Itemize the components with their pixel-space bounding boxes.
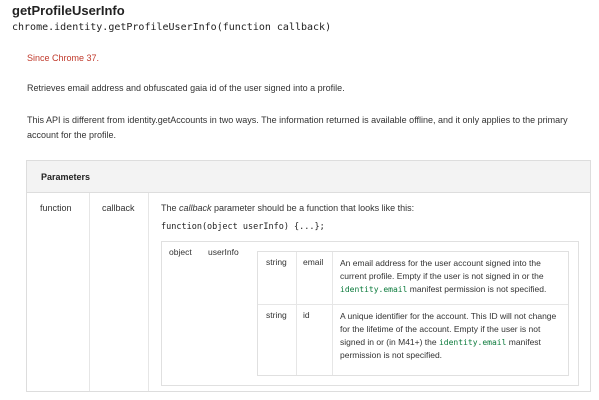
userinfo-properties-table: string email An email address for the us… xyxy=(257,251,569,376)
row-divider xyxy=(258,304,568,305)
description-details: This API is different from identity.getA… xyxy=(27,115,568,140)
property-name-email: email xyxy=(303,257,324,267)
email-desc-text: An email address for the user account si… xyxy=(340,258,544,281)
column-divider xyxy=(332,252,333,375)
column-divider xyxy=(296,252,297,375)
param-description: The callback parameter should be a funct… xyxy=(161,203,414,213)
method-signature: chrome.identity.getProfileUserInfo(funct… xyxy=(12,22,332,33)
param-desc-emphasis: callback xyxy=(179,203,212,213)
since-version: Since Chrome 37. xyxy=(27,53,100,63)
param-type: callback xyxy=(102,203,135,213)
param-desc-prefix: The xyxy=(161,203,180,213)
param-desc-suffix: parameter should be a function that look… xyxy=(211,203,415,213)
parameters-table: Parameters function callback The callbac… xyxy=(26,160,591,392)
column-divider xyxy=(148,193,149,391)
object-name: userInfo xyxy=(208,247,239,257)
object-type: object xyxy=(169,247,192,257)
property-name-id: id xyxy=(303,310,310,320)
userinfo-object-table: object userInfo string email An email ad… xyxy=(161,241,579,386)
param-name: function xyxy=(40,203,72,213)
description-summary: Retrieves email address and obfuscated g… xyxy=(27,83,345,93)
property-description-id: A unique identifier for the account. Thi… xyxy=(340,310,564,362)
property-description-email: An email address for the user account si… xyxy=(340,257,564,296)
id-permission-code: identity.email xyxy=(438,338,507,347)
email-permission-code: identity.email xyxy=(340,285,408,294)
column-divider xyxy=(89,193,90,391)
property-type-email: string xyxy=(266,257,287,267)
property-type-id: string xyxy=(266,310,287,320)
email-desc-tail: manifest permission is not specified. xyxy=(407,284,547,294)
page-title: getProfileUserInfo xyxy=(12,3,125,18)
parameters-header: Parameters xyxy=(27,161,590,193)
callback-code: function(object userInfo) {...}; xyxy=(161,222,325,232)
